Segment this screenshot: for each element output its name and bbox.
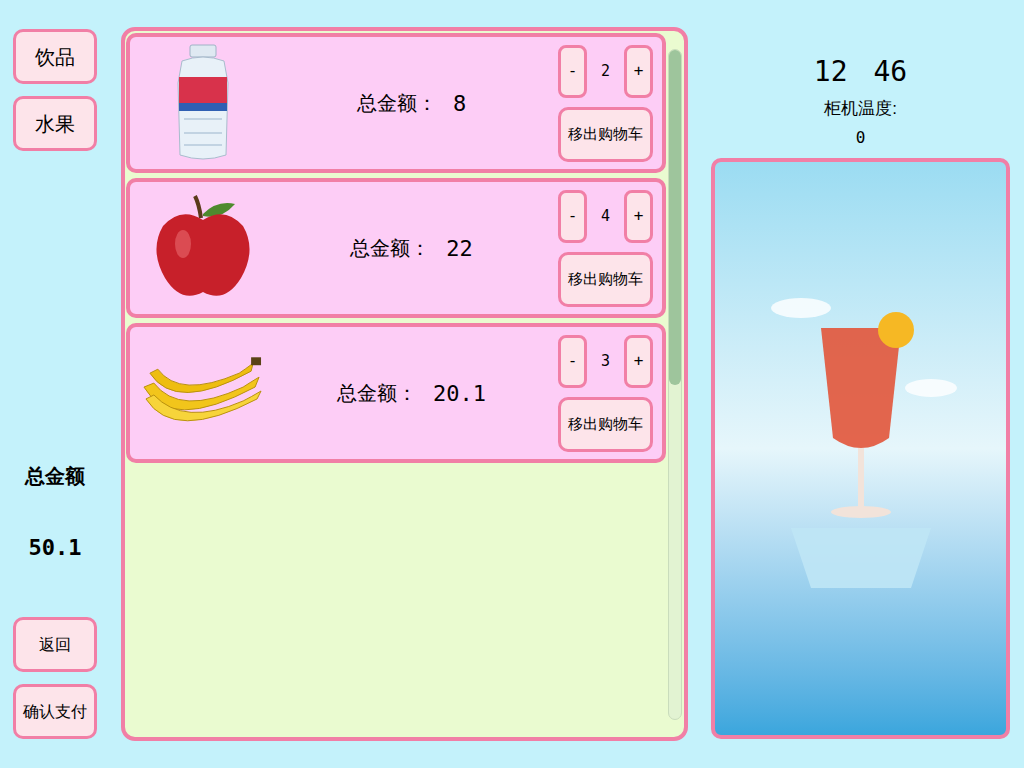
water-icon [140,43,265,163]
left-column: 饮品水果总金额 50.1 返回确认支付 [0,0,121,768]
temperature-label: 柜机温度: [824,96,897,122]
quantity-row: -3 + [558,335,653,388]
quantity-row: -2 + [558,45,653,98]
amount-value: 20.1 [433,377,486,410]
minus-button[interactable]: - [558,190,587,243]
category-button[interactable]: 水果 [13,96,97,151]
cart-list: 总金额：8-2+移出购物车总金额：22-4+移出购物车总金额：20.1-3+移出… [126,33,666,737]
back-button[interactable]: 返回 [13,617,97,672]
category-button[interactable]: 饮品 [13,29,97,84]
right-column: 12 46 柜机温度: 0 [711,0,1010,768]
remove-button[interactable]: 移出购物车 [558,252,653,307]
cart-item: 总金额： 8 -2 + 移出购物车 [126,33,666,173]
temperature-value: 0 [856,126,866,150]
amount-label: 总金额： [337,378,417,408]
item-amount: 总金额： 22 [265,232,558,265]
scrollbar-track[interactable] [668,49,682,720]
cart-panel: 总金额：8-2+移出购物车总金额：22-4+移出购物车总金额：20.1-3+移出… [121,27,688,741]
amount-value: 22 [446,232,473,265]
scrollbar-thumb[interactable] [669,50,681,385]
total-value: 50.1 [29,531,82,564]
amount-label: 总金额： [350,233,430,263]
clock-hours: 12 [814,54,848,90]
plus-button[interactable]: + [624,45,653,98]
cart-wrap: 总金额：8-2+移出购物车总金额：22-4+移出购物车总金额：20.1-3+移出… [121,0,688,768]
remove-button[interactable]: 移出购物车 [558,397,653,452]
minus-button[interactable]: - [558,45,587,98]
remove-button[interactable]: 移出购物车 [558,107,653,162]
item-controls: -3 + 移出购物车 [558,335,653,452]
item-amount: 总金额： 20.1 [265,377,558,410]
amount-label: 总金额： [357,88,437,118]
total-label: 总金额 [25,461,85,491]
quantity-row: -4 + [558,190,653,243]
apple-icon [140,188,265,308]
plus-button[interactable]: + [624,190,653,243]
item-controls: -4 + 移出购物车 [558,190,653,307]
plus-button[interactable]: + [624,335,653,388]
total-box: 总金额 50.1 [13,461,97,564]
category-list: 饮品水果 [13,29,97,151]
clock: 12 46 [814,54,907,90]
pay-button[interactable]: 确认支付 [13,684,97,739]
action-buttons: 返回确认支付 [13,617,97,739]
poster [711,158,1010,739]
clock-minutes: 46 [874,54,908,90]
quantity: 2 [601,60,610,83]
amount-value: 8 [453,87,466,120]
banana-icon [140,333,265,453]
item-amount: 总金额： 8 [265,87,558,120]
minus-button[interactable]: - [558,335,587,388]
quantity: 4 [601,205,610,228]
cart-item: 总金额： 22 -4 + 移出购物车 [126,178,666,318]
item-controls: -2 + 移出购物车 [558,45,653,162]
quantity: 3 [601,350,610,373]
cart-item: 总金额： 20.1 -3 + 移出购物车 [126,323,666,463]
